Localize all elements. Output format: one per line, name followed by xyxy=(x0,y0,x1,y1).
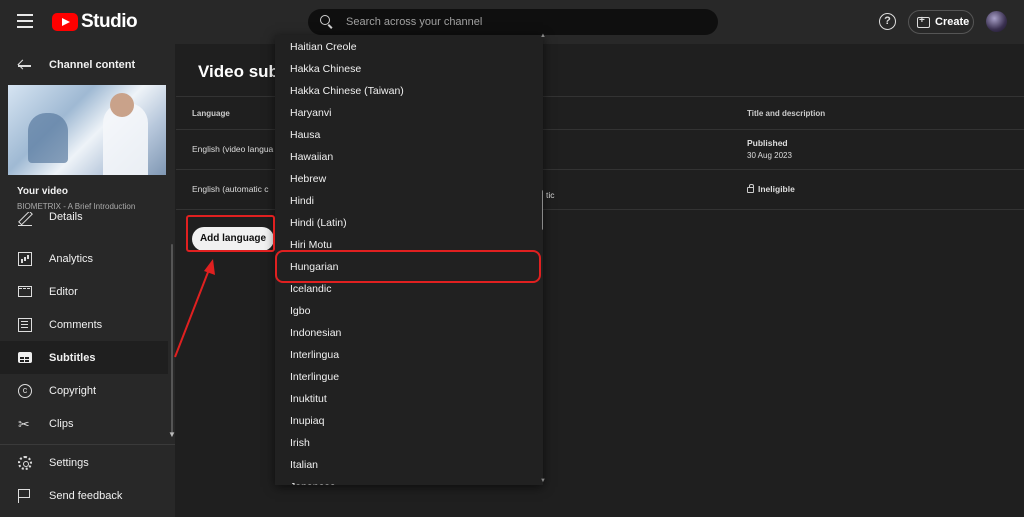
sidebar-item-label: Subtitles xyxy=(49,351,96,364)
dropdown-item[interactable]: Igbo xyxy=(290,305,310,317)
help-icon[interactable]: ? xyxy=(879,13,896,30)
search-bar[interactable] xyxy=(308,9,718,35)
row-status: Ineligible xyxy=(747,184,795,194)
dropdown-item[interactable]: Italian xyxy=(290,459,318,471)
row-language: English (video langua xyxy=(192,144,274,154)
dropdown-item[interactable]: Hakka Chinese xyxy=(290,63,361,75)
editor-icon xyxy=(18,286,32,297)
sidebar-item-label: Settings xyxy=(49,456,89,469)
page-title: Video subt xyxy=(198,62,285,81)
scroll-up-icon[interactable]: ▲ xyxy=(540,33,546,39)
back-arrow-icon xyxy=(18,60,31,72)
sidebar-item-label: Clips xyxy=(49,417,74,430)
youtube-play-icon xyxy=(52,13,78,31)
sidebar-item-analytics[interactable]: Analytics xyxy=(0,242,168,275)
sidebar-item-label: Comments xyxy=(49,318,103,331)
dropdown-item[interactable]: Hindi xyxy=(290,195,314,207)
sidebar-item-clips[interactable]: ✂ Clips xyxy=(0,407,168,440)
dropdown-item[interactable]: Inuktitut xyxy=(290,393,327,405)
column-title-description: Title and description xyxy=(747,109,826,118)
sidebar-item-label: Editor xyxy=(49,285,78,298)
row-status: Published xyxy=(747,138,788,148)
sidebar: Channel content Your video BIOMETRIX - A… xyxy=(0,44,176,517)
scroll-down-icon[interactable]: ▼ xyxy=(168,430,176,439)
sidebar-item-label: Details xyxy=(49,212,83,223)
highlight-hungarian xyxy=(275,250,541,283)
dropdown-item[interactable]: Hausa xyxy=(290,129,320,141)
row-date: 30 Aug 2023 xyxy=(747,151,792,160)
dropdown-item[interactable]: Hebrew xyxy=(290,173,326,185)
dropdown-item[interactable]: Hawaiian xyxy=(290,151,333,163)
annotation-arrow-icon xyxy=(174,259,215,358)
sidebar-item-send-feedback[interactable]: Send feedback xyxy=(0,479,168,512)
avatar[interactable] xyxy=(986,11,1007,32)
video-thumbnail[interactable] xyxy=(8,85,166,175)
create-button[interactable]: Create xyxy=(908,10,974,34)
sidebar-item-label: Copyright xyxy=(49,384,97,397)
dropdown-scrollbar[interactable] xyxy=(542,190,543,230)
dropdown-item[interactable]: Irish xyxy=(290,437,310,449)
create-video-icon xyxy=(917,15,930,28)
subtitles-icon xyxy=(18,352,32,363)
dropdown-item[interactable]: Inupiaq xyxy=(290,415,324,427)
back-label: Channel content xyxy=(49,59,136,71)
sidebar-item-label: Analytics xyxy=(49,252,94,265)
sidebar-item-details[interactable]: Details xyxy=(0,212,168,234)
sidebar-item-subtitles[interactable]: Subtitles xyxy=(0,341,168,374)
sidebar-item-label: Send feedback xyxy=(49,489,123,502)
feedback-icon xyxy=(18,488,32,503)
menu-icon[interactable] xyxy=(17,14,33,28)
column-language: Language xyxy=(192,109,230,118)
dropdown-item[interactable]: Interlingue xyxy=(290,371,339,383)
pencil-icon xyxy=(18,212,32,226)
sidebar-item-copyright[interactable]: c Copyright xyxy=(0,374,168,407)
row-status-text: Ineligible xyxy=(758,184,795,194)
row-mid: tic xyxy=(546,190,555,200)
clips-icon: ✂ xyxy=(18,415,30,432)
dropdown-item[interactable]: Icelandic xyxy=(290,283,331,295)
dropdown-item[interactable]: Hakka Chinese (Taiwan) xyxy=(290,85,404,97)
dropdown-item[interactable]: Indonesian xyxy=(290,327,341,339)
dropdown-item[interactable]: Hindi (Latin) xyxy=(290,217,347,229)
gear-icon xyxy=(18,455,32,470)
divider xyxy=(0,444,175,445)
row-language: English (automatic c xyxy=(192,184,269,194)
dropdown-item[interactable]: Haitian Creole xyxy=(290,41,357,53)
sidebar-item-comments[interactable]: Comments xyxy=(0,308,168,341)
search-input[interactable] xyxy=(346,16,686,28)
search-icon xyxy=(320,15,334,29)
dropdown-item[interactable]: Interlingua xyxy=(290,349,339,361)
lock-icon xyxy=(747,184,754,193)
sidebar-item-settings[interactable]: Settings xyxy=(0,446,168,479)
brand-name: Studio xyxy=(81,11,138,32)
sidebar-item-editor[interactable]: Editor xyxy=(0,275,168,308)
scroll-down-icon[interactable]: ▼ xyxy=(540,478,546,484)
comments-icon xyxy=(18,317,32,332)
analytics-icon xyxy=(18,251,32,266)
your-video-label: Your video xyxy=(17,186,68,197)
highlight-add-language xyxy=(186,215,275,252)
copyright-icon: c xyxy=(18,383,32,398)
dropdown-item[interactable]: Japanese xyxy=(290,481,336,485)
studio-logo[interactable]: Studio xyxy=(52,11,138,33)
back-to-channel-content[interactable]: Channel content xyxy=(0,56,175,76)
dropdown-item[interactable]: Haryanvi xyxy=(290,107,331,119)
create-label: Create xyxy=(935,16,970,28)
video-title: BIOMETRIX - A Brief Introduction xyxy=(17,202,136,211)
